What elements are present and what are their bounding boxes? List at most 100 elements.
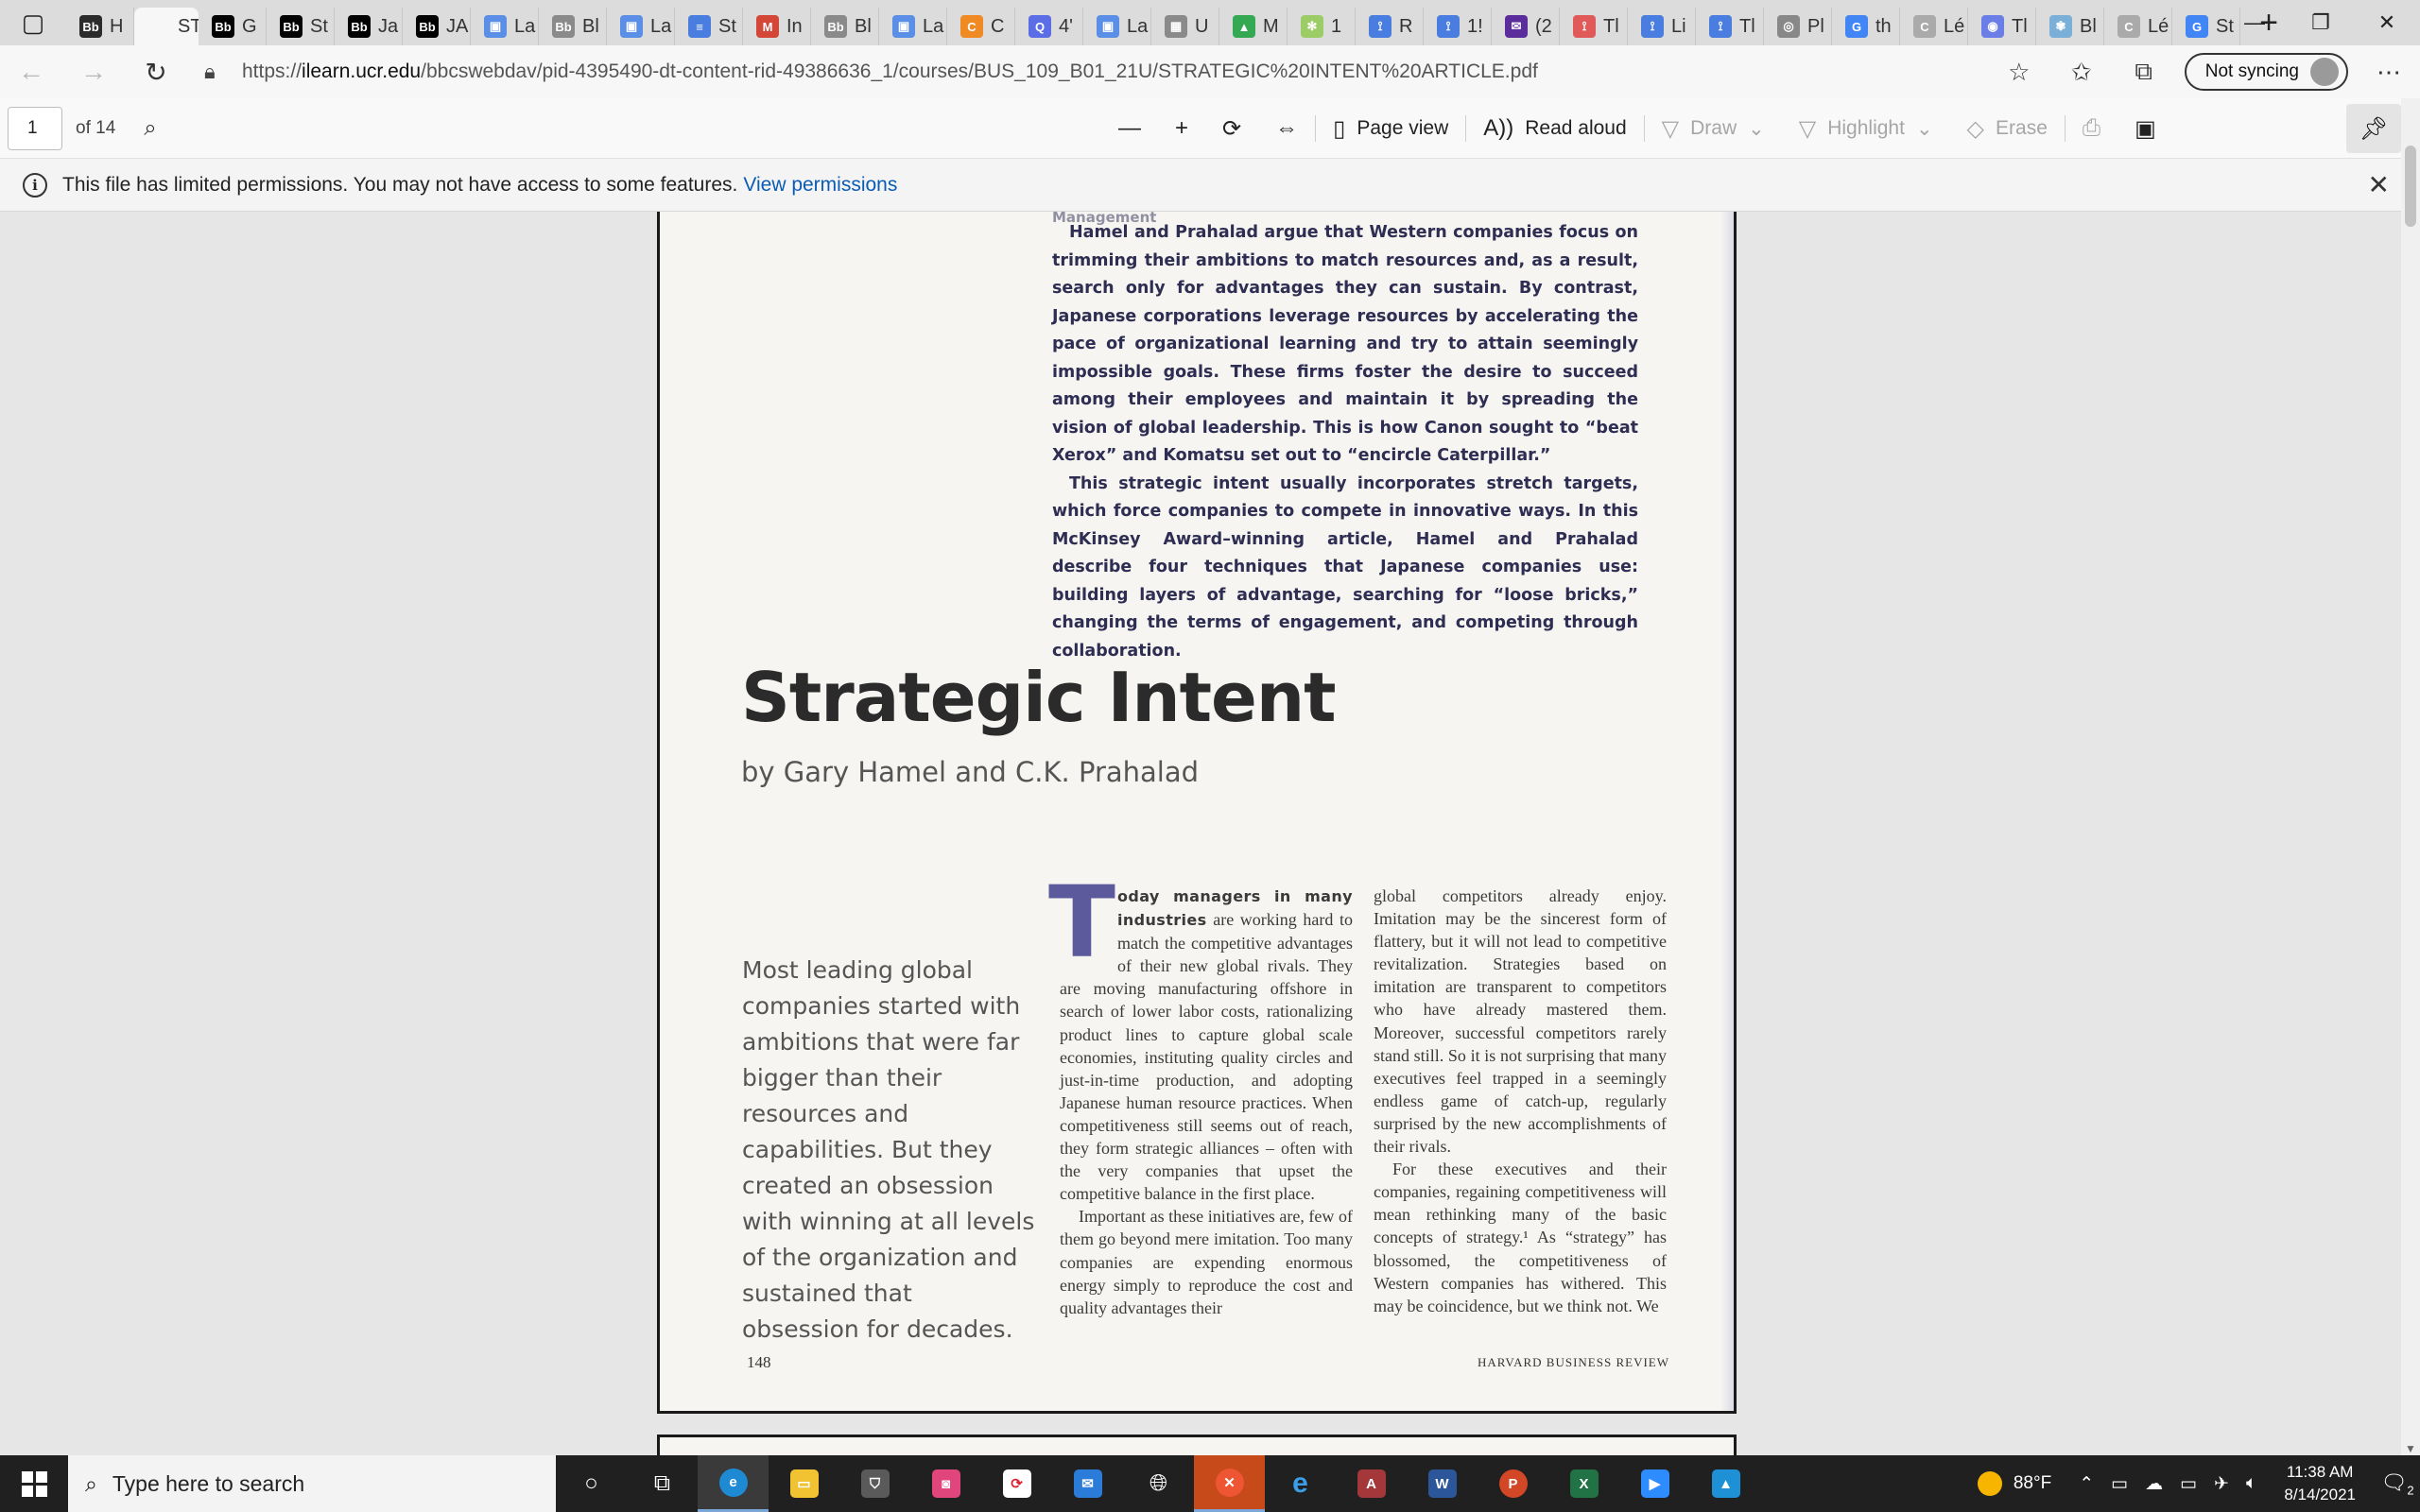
browser-tab[interactable]: Bb Bl xyxy=(811,8,879,45)
browser-tab[interactable]: Bb Ja xyxy=(335,8,403,45)
browser-tab[interactable]: ▣ La xyxy=(471,8,539,45)
pdf-viewer[interactable]: Management Hamel and Prahalad argue that… xyxy=(0,212,2401,1455)
save-button[interactable]: ▣ xyxy=(2118,98,2173,159)
browser-tab[interactable]: ✾ Bl xyxy=(2036,8,2104,45)
browser-tab[interactable]: C Lé xyxy=(2104,8,2172,45)
lock-icon[interactable]: 🔒︎ xyxy=(204,60,242,84)
read-aloud-button[interactable]: A)) Read aloud xyxy=(1466,98,1643,159)
browser-tab[interactable]: ▣ La xyxy=(607,8,675,45)
view-permissions-link[interactable]: View permissions xyxy=(743,174,897,197)
edge-icon[interactable]: e xyxy=(698,1455,769,1512)
store-icon[interactable]: ⛉ xyxy=(839,1455,910,1512)
mail-icon[interactable]: ✉ xyxy=(1052,1455,1123,1512)
browser-tab[interactable]: Q 4' xyxy=(1015,8,1083,45)
browser-tab[interactable]: C Lé xyxy=(1900,8,1968,45)
weather-widget[interactable]: 88°F xyxy=(1977,1471,2051,1496)
browser-tab[interactable]: ▣ La xyxy=(879,8,947,45)
onedrive-icon[interactable]: ☁ xyxy=(2145,1473,2163,1495)
scrollbar-thumb[interactable] xyxy=(2405,146,2416,227)
browser-tab[interactable]: ⟟ R xyxy=(1356,8,1424,45)
browser-tab[interactable]: ⟟ Li xyxy=(1628,8,1696,45)
chevron-up-icon[interactable]: ⌃ xyxy=(2079,1473,2094,1495)
pin-toolbar-icon[interactable]: 📌︎ xyxy=(2346,104,2401,153)
more-icon[interactable]: ⋯ xyxy=(2358,45,2420,98)
tab-favicon-icon: ✻ xyxy=(1301,15,1323,38)
zoom-out-button[interactable]: — xyxy=(1101,98,1158,159)
meet-now-icon[interactable]: ▭ xyxy=(2111,1473,2128,1495)
browser-tab[interactable]: Bb St xyxy=(267,8,335,45)
start-button[interactable] xyxy=(0,1455,68,1512)
cortana-icon[interactable]: ○ xyxy=(556,1455,627,1512)
restore-icon[interactable]: ❐ xyxy=(2288,0,2354,45)
page-view-button[interactable]: ▯ Page view xyxy=(1316,98,1465,159)
taskbar-search[interactable]: ⌕ Type here to search xyxy=(68,1455,556,1512)
app-pink-icon[interactable]: ◙ xyxy=(910,1455,981,1512)
volume-icon[interactable]: 🔈︎ xyxy=(2246,1473,2256,1494)
browser-tab[interactable]: ⟟ Tl xyxy=(1560,8,1628,45)
tab-favicon-icon: ▣ xyxy=(892,15,915,38)
browser-tab[interactable]: ⟟ Tl xyxy=(1696,8,1764,45)
browser-tab[interactable]: Bb G xyxy=(199,8,267,45)
tab-actions-icon[interactable]: ▢ xyxy=(0,0,66,45)
fit-page-button[interactable]: ⇔ xyxy=(1258,98,1315,159)
file-explorer-icon[interactable]: ▭ xyxy=(769,1455,839,1512)
tab-favicon-icon: ◉ xyxy=(1981,15,2004,38)
close-icon[interactable]: ✕ xyxy=(2368,169,2390,200)
print-button[interactable]: ⎙ xyxy=(2066,98,2118,159)
airplane-icon[interactable]: ✈ xyxy=(2214,1473,2229,1495)
minimize-icon[interactable]: — xyxy=(2221,0,2288,45)
browser-tab[interactable]: ⟟ 1! xyxy=(1424,8,1492,45)
rotate-button[interactable]: ⟳ xyxy=(1205,98,1258,159)
notifications-icon[interactable]: 🗨︎2 xyxy=(2375,1470,2420,1497)
word-icon[interactable]: W xyxy=(1407,1455,1478,1512)
page-number-input[interactable]: 1 xyxy=(8,106,62,150)
forward-button[interactable]: → xyxy=(62,45,125,98)
browser-tab[interactable]: ▲ M xyxy=(1219,8,1288,45)
zoom-icon[interactable]: ▶ xyxy=(1619,1455,1690,1512)
highlight-button[interactable]: ▽ Highlight ⌄ xyxy=(1782,98,1950,159)
browser-tab[interactable]: ✻ 1 xyxy=(1288,8,1356,45)
browser-tab[interactable]: ◎ Pl xyxy=(1764,8,1832,45)
browser-tab[interactable]: M In xyxy=(743,8,811,45)
browser-tab[interactable]: ▣ La xyxy=(1083,8,1151,45)
zoom-in-button[interactable]: + xyxy=(1158,98,1205,159)
browser-tab[interactable]: Bb H xyxy=(66,8,134,45)
browser-tab[interactable]: ✉ (2 xyxy=(1492,8,1560,45)
browser-tab[interactable]: ▦ U xyxy=(1151,8,1219,45)
sync-app-icon[interactable]: ⟳ xyxy=(981,1455,1052,1512)
clock[interactable]: 11:38 AM 8/14/2021 xyxy=(2284,1461,2356,1506)
refresh-button[interactable]: ↻ xyxy=(125,45,187,98)
draw-button[interactable]: ▽ Draw ⌄ xyxy=(1645,98,1782,159)
scroll-down-icon[interactable]: ▼ xyxy=(2401,1442,2420,1455)
tab-favicon-icon: G xyxy=(1845,15,1868,38)
globe-icon[interactable]: 🌐︎ xyxy=(1123,1455,1194,1512)
url-field[interactable]: 🔒︎ https://ilearn.ucr.edu/bbcswebdav/pid… xyxy=(204,53,2038,91)
browser-tab[interactable]: Bb Bl xyxy=(539,8,607,45)
search-icon[interactable]: ⌕ xyxy=(144,115,156,142)
tab-label: Li xyxy=(1671,15,1686,37)
collections-icon[interactable]: ⧉ xyxy=(2113,45,2175,98)
add-favorite-icon[interactable]: ☆ xyxy=(1988,45,2050,98)
tab-label: G xyxy=(242,15,257,37)
scrollbar[interactable]: ▲ ▼ xyxy=(2401,98,2420,1455)
x-app-icon[interactable]: ✕ xyxy=(1194,1455,1265,1512)
powerpoint-icon[interactable]: P xyxy=(1478,1455,1548,1512)
browser-tab[interactable]: ◉ Tl xyxy=(1968,8,2036,45)
erase-button[interactable]: ◇ Erase xyxy=(1950,98,2065,159)
browser-tab[interactable]: Bb JA xyxy=(403,8,471,45)
browser-tab[interactable]: CC xyxy=(947,8,1015,45)
back-button[interactable]: ← xyxy=(0,45,62,98)
internet-explorer-icon[interactable]: e xyxy=(1265,1455,1336,1512)
access-icon[interactable]: A xyxy=(1336,1455,1407,1512)
browser-tab[interactable]: ST✕ xyxy=(134,8,199,45)
task-view-icon[interactable]: ⧉ xyxy=(627,1455,698,1512)
tab-label: C xyxy=(991,15,1005,37)
excel-icon[interactable]: X xyxy=(1548,1455,1619,1512)
close-window-icon[interactable]: ✕ xyxy=(2354,0,2420,45)
battery-icon[interactable]: ▭ xyxy=(2180,1473,2197,1495)
photos-icon[interactable]: ▲ xyxy=(1690,1455,1761,1512)
browser-tab[interactable]: ≡ St xyxy=(675,8,743,45)
favorites-icon[interactable]: ✩ xyxy=(2050,45,2113,98)
browser-tab[interactable]: Gth xyxy=(1832,8,1900,45)
profile-sync-button[interactable]: Not syncing xyxy=(2184,53,2348,91)
